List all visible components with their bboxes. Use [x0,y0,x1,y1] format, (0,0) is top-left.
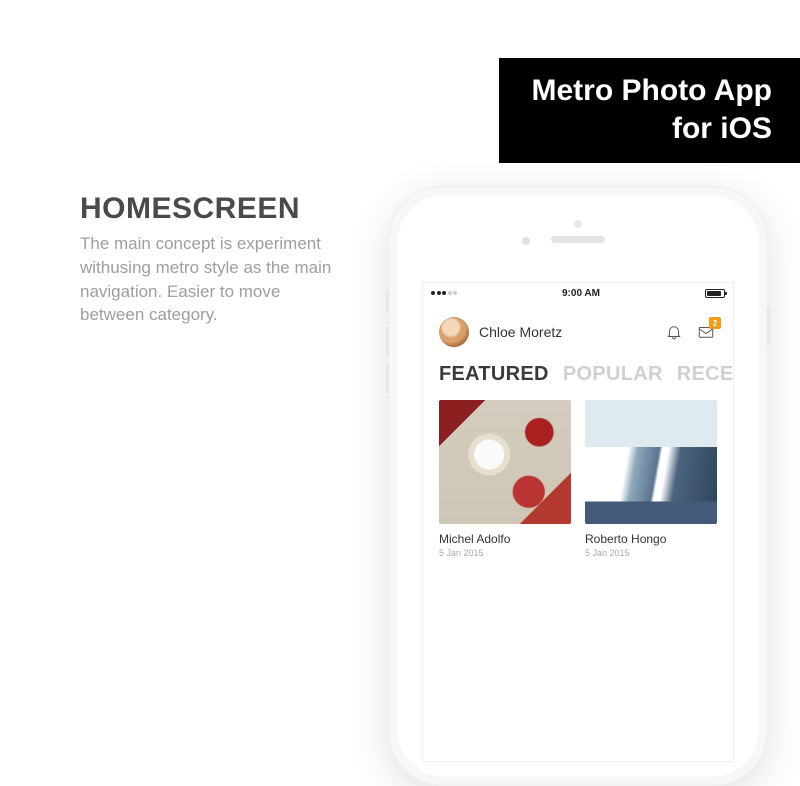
avatar[interactable] [439,317,469,347]
mute-switch [386,290,389,312]
photo-thumbnail [585,400,717,524]
inbox-button[interactable]: 2 [695,321,717,343]
photo-thumbnail [439,400,571,524]
photo-date: 5 Jan 2015 [585,548,717,558]
photo-author: Michel Adolfo [439,532,571,546]
section-description: The main concept is experiment withusing… [80,232,340,327]
tab-recent[interactable]: RECENT [677,363,733,386]
status-bar-left [431,291,457,295]
photo-card[interactable]: Michel Adolfo 5 Jan 2015 [439,400,571,558]
front-camera [522,237,530,245]
signal-icon [431,291,457,295]
status-bar-right [705,289,725,298]
status-bar-time: 9:00 AM [562,288,600,299]
photo-card[interactable]: Roberto Hongo 5 Jan 2015 [585,400,717,558]
bell-icon [665,323,683,341]
banner: Metro Photo App for iOS [499,58,800,163]
photo-author: Roberto Hongo [585,532,717,546]
notifications-button[interactable] [663,321,685,343]
username-label[interactable]: Chloe Moretz [479,324,653,340]
banner-line-1: Metro Photo App [531,72,772,110]
power-button [767,306,770,346]
app-header: Chloe Moretz 2 [423,303,733,357]
volume-down-button [386,364,389,394]
tab-featured[interactable]: FEATURED [439,363,549,386]
volume-up-button [386,326,389,356]
proximity-sensor [574,220,582,228]
battery-icon [705,289,725,298]
phone-screen: 9:00 AM Chloe Moretz [422,282,734,762]
section-title: HOMESCREEN [80,192,300,226]
phone-body: 9:00 AM Chloe Moretz [396,194,760,778]
photo-date: 5 Jan 2015 [439,548,571,558]
photo-grid: Michel Adolfo 5 Jan 2015 Roberto Hongo 5… [423,400,733,558]
status-bar: 9:00 AM [423,283,733,303]
banner-line-2: for iOS [531,110,772,148]
tab-popular[interactable]: POPULAR [563,363,663,386]
inbox-badge: 2 [709,317,721,329]
phone-device: 9:00 AM Chloe Moretz [388,186,768,786]
category-tabs: FEATURED POPULAR RECENT [423,357,733,400]
earpiece-speaker [551,236,605,243]
